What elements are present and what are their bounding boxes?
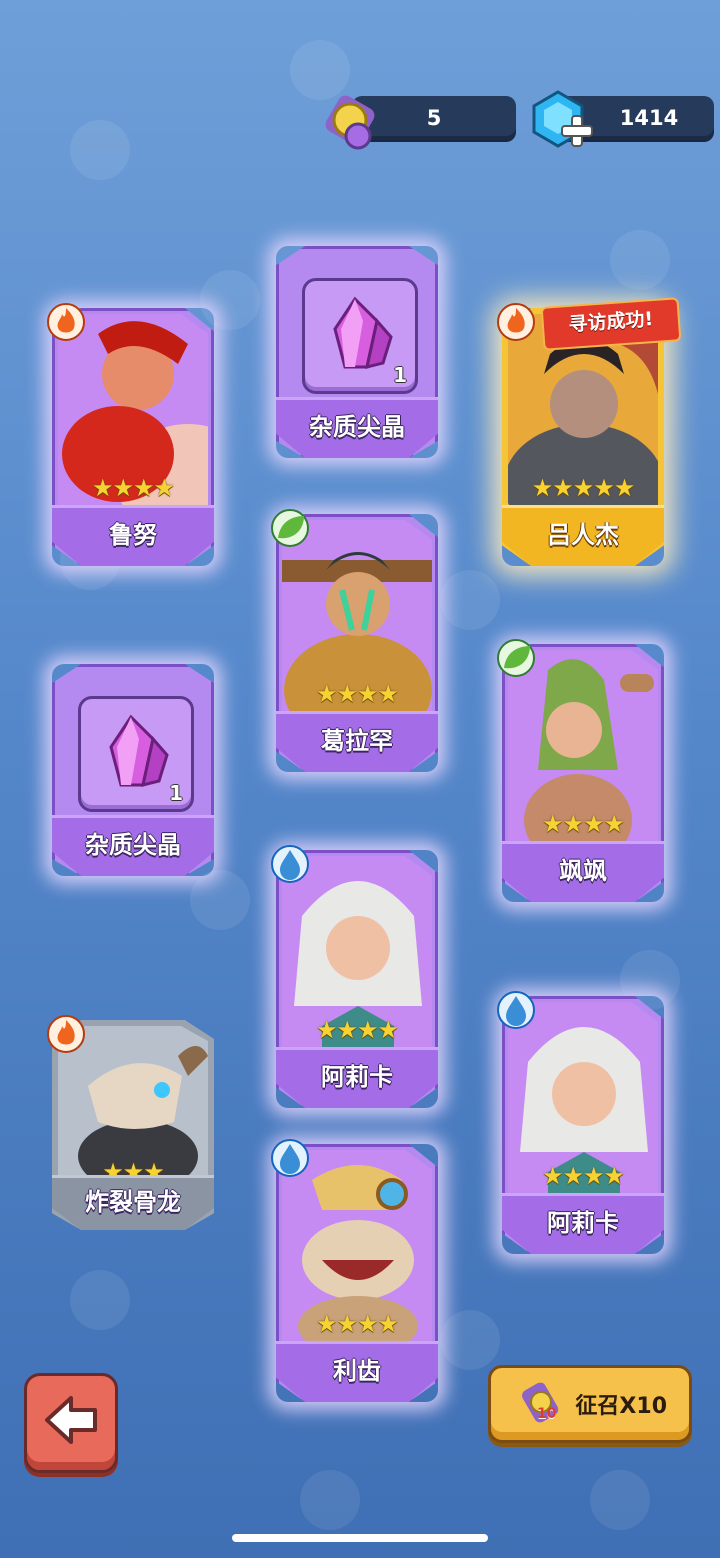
item-card-spinel[interactable]: 1 杂质尖晶	[276, 246, 438, 458]
star-rating: ★★★★	[541, 810, 625, 838]
leaf-icon	[497, 639, 535, 677]
hero-card-lurenjie[interactable]: ★★★★★ 吕人杰 寻访成功!	[497, 297, 682, 566]
recruit-label: 征召X10	[575, 1394, 667, 1419]
arrow-left-icon	[45, 1396, 97, 1444]
leaf-icon	[271, 509, 309, 547]
fire-icon	[47, 1015, 85, 1053]
star-rating: ★★★★★	[531, 474, 636, 502]
hero-card-bone-dragon[interactable]: ★★★ 炸裂骨龙	[47, 1015, 214, 1230]
hero-name: 吕人杰	[502, 505, 664, 566]
item-box: 1	[78, 696, 194, 812]
item-name: 杂质尖晶	[276, 397, 438, 458]
hero-name: 利齿	[276, 1341, 438, 1402]
star-rating: ★★★★	[541, 1162, 625, 1190]
star-rating: ★★★★	[315, 680, 399, 708]
hero-name: 阿莉卡	[276, 1047, 438, 1108]
hero-name: 鲁努	[52, 505, 214, 566]
add-gems-icon[interactable]	[560, 114, 594, 148]
fire-icon	[47, 303, 85, 341]
item-box: 1	[302, 278, 418, 394]
item-count: 1	[393, 363, 407, 387]
star-rating: ★★★★	[315, 1016, 399, 1044]
fire-icon	[497, 303, 535, 341]
home-indicator[interactable]	[232, 1534, 488, 1542]
water-drop-icon	[271, 845, 309, 883]
hero-name: 阿莉卡	[502, 1193, 664, 1254]
recruit-x10-button[interactable]: 10 征召X10	[488, 1365, 692, 1443]
hero-card-gelahan[interactable]: ★★★★ 葛拉罕	[271, 509, 438, 772]
star-rating: ★★★★	[91, 474, 175, 502]
water-drop-icon	[497, 991, 535, 1029]
item-card-spinel-2[interactable]: 1 杂质尖晶	[52, 664, 214, 876]
scroll-count: 5	[426, 106, 442, 130]
hero-name: 葛拉罕	[276, 711, 438, 772]
star-rating: ★★★★	[315, 1310, 399, 1338]
item-name: 杂质尖晶	[52, 815, 214, 876]
hero-card-alika[interactable]: ★★★★ 阿莉卡	[271, 845, 438, 1108]
hero-name: 炸裂骨龙	[52, 1175, 214, 1230]
scroll-icon	[325, 95, 375, 150]
water-drop-icon	[271, 1139, 309, 1177]
gem-count: 1414	[619, 106, 679, 130]
hero-card-lichi[interactable]: ★★★★ 利齿	[271, 1139, 438, 1402]
hero-card-sasa[interactable]: ★★★★ 飒飒	[497, 639, 664, 902]
hero-name: 飒飒	[502, 841, 664, 902]
hero-card-runu[interactable]: ★★★★ 鲁努	[47, 303, 214, 566]
scroll-icon	[522, 1382, 559, 1423]
item-count: 1	[169, 781, 183, 805]
hero-card-alika-2[interactable]: ★★★★ 阿莉卡	[497, 991, 664, 1254]
back-button[interactable]	[24, 1373, 118, 1473]
recruit-count-badge: 10	[537, 1406, 557, 1422]
